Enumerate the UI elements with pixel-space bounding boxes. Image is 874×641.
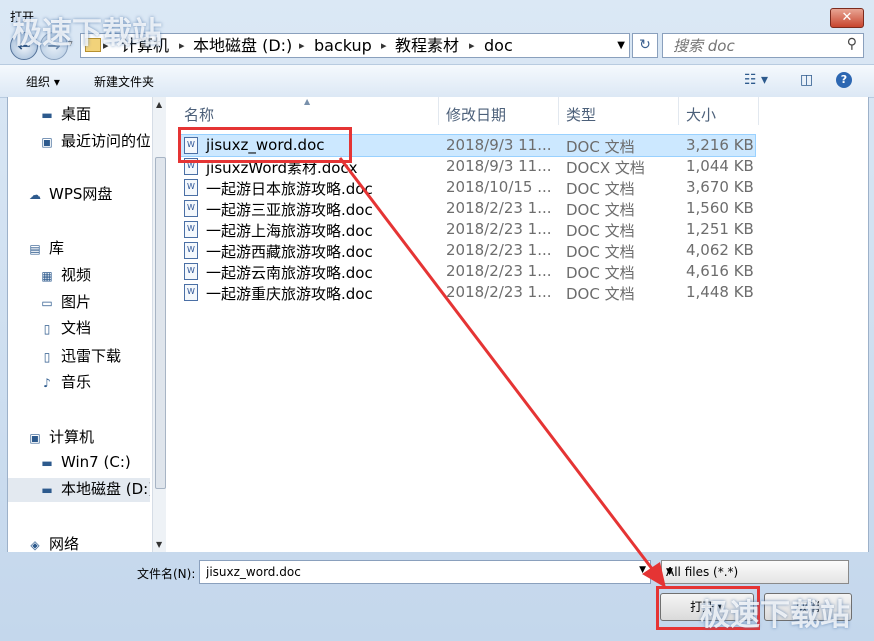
watermark-bottom-right: 极速下载站 — [700, 598, 850, 633]
open-file-dialog: 打开 ✕ ← → ▾ ▸ 计算机 ▸ 本地磁盘 (D:) ▸ backup ▸ … — [0, 0, 874, 641]
watermark-top-left: 极速下载站 — [12, 16, 162, 51]
arrow-line — [338, 157, 658, 575]
arrow-head — [642, 562, 666, 588]
annotation-arrow — [338, 157, 666, 588]
